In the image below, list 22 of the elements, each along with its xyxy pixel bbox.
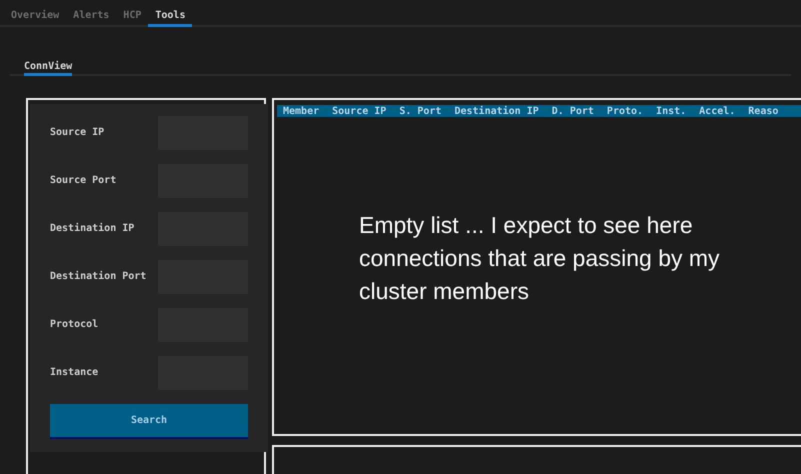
column-header: D. Port	[552, 106, 594, 116]
field-label: Instance	[50, 367, 100, 379]
nav-tab[interactable]: Tools	[148, 0, 192, 27]
sub-tab[interactable]: ConnView	[24, 55, 72, 76]
column-header: Accel.	[699, 106, 736, 116]
column-header: Reaso	[748, 106, 778, 116]
nav-tab[interactable]: HCP	[116, 0, 148, 27]
nav-tab[interactable]: Alerts	[66, 0, 116, 27]
field-label: Source IP	[50, 127, 106, 139]
column-header: Member	[283, 106, 320, 116]
field-label: Protocol	[50, 319, 100, 331]
column-header: Proto.	[606, 106, 644, 116]
annotation-text: Empty list ... I expect to see here connections that are passing by my cluster members	[359, 211, 721, 306]
field-label: Destination IP	[50, 223, 136, 235]
field-label: Destination Port	[50, 271, 148, 283]
field-label: Source Port	[50, 175, 118, 187]
nav-tab[interactable]: Overview	[4, 0, 66, 27]
column-header: Inst.	[656, 106, 686, 116]
column-header: Destination IP	[454, 106, 539, 116]
search-button[interactable]: Search	[50, 404, 248, 439]
column-header: Source IP	[332, 106, 386, 116]
column-header: S. Port	[399, 106, 442, 116]
